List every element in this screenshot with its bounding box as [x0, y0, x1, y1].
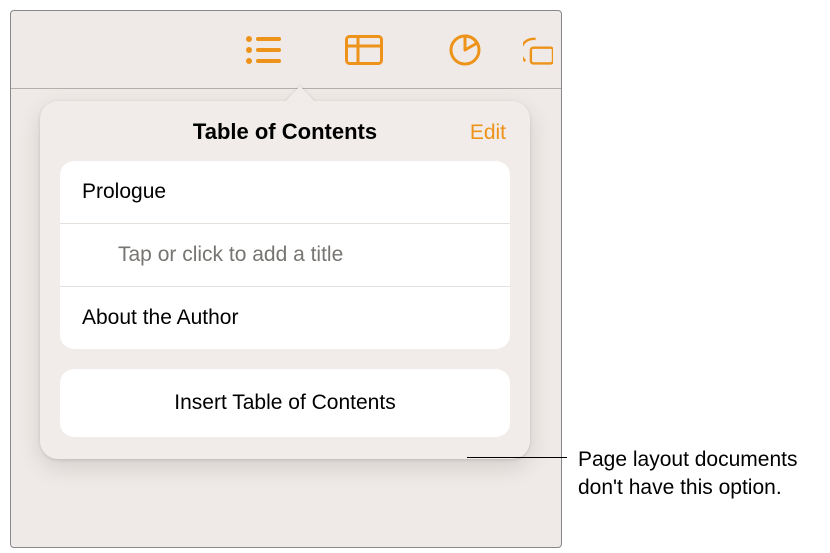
popover-title: Table of Contents: [193, 119, 377, 145]
table-grid-icon: [345, 35, 383, 65]
chart-icon[interactable]: [422, 31, 507, 69]
toc-item-placeholder[interactable]: Tap or click to add a title: [60, 224, 510, 287]
popover-arrow: [285, 86, 315, 102]
toc-item[interactable]: Prologue: [60, 161, 510, 224]
app-frame: Table of Contents Edit Prologue Tap or c…: [10, 10, 562, 548]
toolbar: [11, 11, 561, 89]
table-icon[interactable]: [321, 31, 406, 69]
toc-list: Prologue Tap or click to add a title Abo…: [60, 161, 510, 349]
popover-container: Table of Contents Edit Prologue Tap or c…: [40, 101, 530, 459]
popover-header: Table of Contents Edit: [60, 119, 510, 145]
list-icon: [245, 35, 281, 65]
table-of-contents-popover: Table of Contents Edit Prologue Tap or c…: [40, 101, 530, 459]
list-view-icon[interactable]: [220, 31, 305, 69]
shape-icon[interactable]: [523, 31, 561, 69]
shape-partial-icon: [523, 33, 553, 67]
toc-item[interactable]: About the Author: [60, 287, 510, 349]
pie-chart-icon: [448, 33, 482, 67]
edit-button[interactable]: Edit: [470, 121, 506, 145]
callout-leader-line: [467, 457, 567, 458]
insert-toc-button[interactable]: Insert Table of Contents: [60, 369, 510, 437]
callout-text: Page layout documents don't have this op…: [578, 446, 823, 503]
